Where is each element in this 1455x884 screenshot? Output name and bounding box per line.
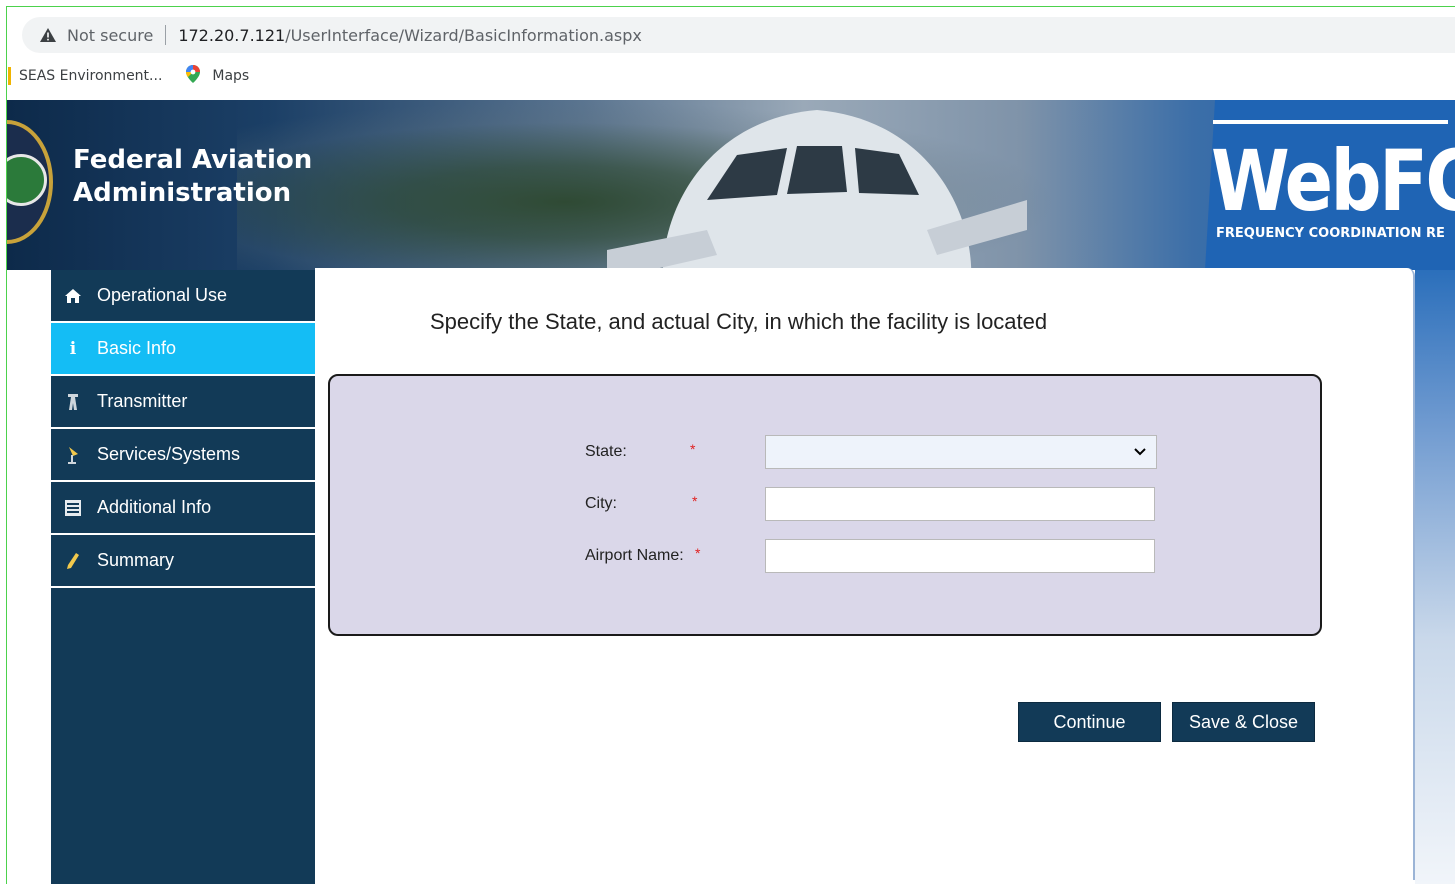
continue-button[interactable]: Continue (1018, 702, 1161, 742)
agency-title: Federal Aviation Administration (73, 144, 312, 210)
home-icon (55, 288, 91, 304)
nav-label: Summary (97, 550, 175, 570)
pencil-icon (55, 552, 91, 570)
bookmark-label: Maps (212, 68, 250, 84)
required-marker: * (695, 545, 701, 561)
url-path[interactable]: /UserInterface/Wizard/BasicInformation.a… (285, 26, 642, 45)
info-icon: i (69, 338, 77, 359)
list-icon (55, 499, 91, 516)
agency-title-line1: Federal Aviation (73, 145, 313, 175)
map-pin-icon (186, 65, 201, 87)
bookmark-seas[interactable]: SEAS Environment... (19, 68, 162, 84)
security-status[interactable]: Not secure (67, 26, 153, 45)
nav-item-transmitter[interactable]: Transmitter (51, 376, 315, 429)
state-select[interactable] (765, 435, 1157, 469)
airport-name-label: Airport Name: (585, 547, 684, 564)
required-marker: * (690, 441, 696, 457)
url-host[interactable]: 172.20.7.121 (178, 26, 285, 45)
antenna-icon (55, 446, 91, 464)
nav-item-operational-use[interactable]: Operational Use (51, 270, 315, 323)
city-label: City: (585, 495, 617, 512)
agency-title-line2: Administration (73, 178, 292, 208)
airplane-image (607, 110, 1027, 270)
transmitter-tower-icon (55, 393, 91, 411)
bookmark-folder-edge (8, 67, 11, 85)
wizard-sidebar: Operational Use i Basic Info Transmitter… (51, 270, 315, 884)
nav-label: Additional Info (97, 497, 212, 517)
faa-seal-logo (7, 120, 53, 244)
bookmarks-bar: SEAS Environment... Maps (8, 62, 1455, 90)
nav-item-summary[interactable]: Summary (51, 535, 315, 588)
city-input[interactable] (765, 487, 1155, 521)
nav-item-basic-info[interactable]: i Basic Info (51, 323, 315, 376)
airport-name-input[interactable] (765, 539, 1155, 573)
save-close-button[interactable]: Save & Close (1172, 702, 1315, 742)
page-background-strip (1415, 270, 1455, 884)
warning-icon[interactable] (38, 25, 58, 45)
nav-item-services-systems[interactable]: Services/Systems (51, 429, 315, 482)
bookmark-maps[interactable]: Maps (186, 65, 249, 87)
chevron-down-icon (1134, 443, 1146, 461)
nav-label: Services/Systems (97, 444, 241, 464)
address-bar[interactable]: Not secure 172.20.7.121/UserInterface/Wi… (22, 17, 1455, 53)
site-banner: Federal Aviation Administration WebFC FR… (7, 100, 1455, 270)
nav-label: Transmitter (97, 391, 188, 411)
nav-label: Operational Use (97, 285, 228, 305)
state-label: State: (585, 443, 627, 460)
page-instruction: Specify the State, and actual City, in w… (430, 309, 1048, 334)
browser-frame-top (6, 6, 1455, 7)
nav-item-additional-info[interactable]: Additional Info (51, 482, 315, 535)
address-divider (165, 25, 167, 45)
app-logo: WebFC (1211, 132, 1455, 230)
app-tagline: FREQUENCY COORDINATION RE (1216, 226, 1445, 241)
bookmark-label: SEAS Environment... (19, 68, 163, 84)
brand-rule (1213, 120, 1448, 124)
nav-label: Basic Info (97, 338, 177, 358)
required-marker: * (692, 493, 698, 509)
